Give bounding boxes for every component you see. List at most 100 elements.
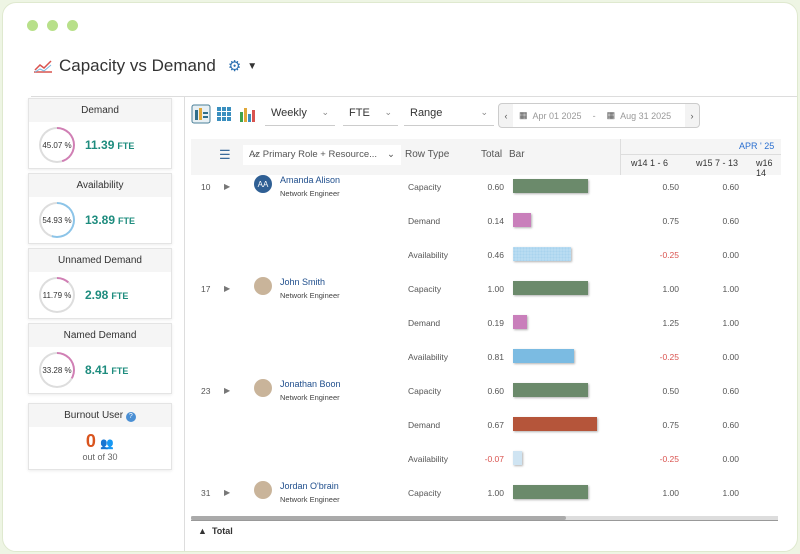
bar-chart-view-icon[interactable] bbox=[237, 104, 257, 126]
grid-bar-view-icon[interactable] bbox=[191, 104, 211, 126]
availability-bar bbox=[513, 349, 574, 363]
resource-role: Network Engineer bbox=[280, 291, 340, 300]
week-value: 0.60 bbox=[722, 182, 739, 192]
week-value: 1.00 bbox=[722, 284, 739, 294]
table-row[interactable]: Availability 0.46 -0.25 0.00 bbox=[191, 238, 781, 271]
group-by-select[interactable]: A̷z Primary Role + Resource... ⌄ bbox=[243, 145, 401, 165]
calendar-icon[interactable]: ▦ bbox=[519, 110, 528, 121]
week-header: w15 7 - 13 bbox=[696, 158, 739, 168]
window-dot bbox=[47, 20, 58, 31]
capacity-bar bbox=[513, 383, 588, 397]
resource-name[interactable]: Amanda Alison bbox=[280, 175, 340, 185]
total-row[interactable]: ▲ Total bbox=[198, 526, 233, 536]
kpi-ring: 45.07 % bbox=[39, 127, 75, 163]
week-value: 0.60 bbox=[722, 420, 739, 430]
week-value: -0.25 bbox=[659, 352, 679, 362]
kpi-card: Named Demand 33.28 % 8.41 FTE bbox=[28, 323, 172, 394]
expand-icon[interactable]: ▶ bbox=[224, 284, 230, 293]
row-total: 1.00 bbox=[487, 284, 504, 294]
row-total: 0.67 bbox=[487, 420, 504, 430]
caret-down-icon[interactable]: ▼ bbox=[247, 61, 257, 72]
table-row[interactable]: Availability 0.81 -0.25 0.00 bbox=[191, 340, 781, 373]
row-index: 31 bbox=[201, 488, 211, 498]
unit-select[interactable]: FTE ⌄ bbox=[343, 104, 398, 126]
prev-icon[interactable]: ‹ bbox=[499, 111, 513, 121]
total-label: Total bbox=[211, 526, 233, 536]
calendar-icon[interactable]: ▦ bbox=[607, 110, 616, 121]
expand-icon[interactable]: ▶ bbox=[224, 182, 230, 191]
avatar: AA bbox=[254, 175, 272, 193]
row-total: -0.07 bbox=[484, 454, 504, 464]
expand-icon[interactable]: ▶ bbox=[224, 386, 230, 395]
week-value: 0.00 bbox=[722, 454, 739, 464]
start-date[interactable]: Apr 01 2025 bbox=[533, 111, 582, 121]
table-row[interactable]: Demand 0.19 1.25 1.00 bbox=[191, 306, 781, 339]
row-total: 0.81 bbox=[487, 352, 504, 362]
users-icon: 👥 bbox=[100, 438, 115, 450]
col-bar[interactable]: Bar bbox=[509, 149, 525, 160]
table-row[interactable]: 10 ▶ AA Amanda Alison Network Engineer Ca… bbox=[191, 170, 781, 203]
kpi-ring: 33.28 % bbox=[39, 352, 75, 388]
chevron-down-icon: ⌄ bbox=[384, 107, 392, 117]
week-value: -0.25 bbox=[659, 454, 679, 464]
row-total: 0.14 bbox=[487, 216, 504, 226]
demand-bar bbox=[513, 213, 531, 227]
kpi-card: Unnamed Demand 11.79 % 2.98 FTE bbox=[28, 248, 172, 319]
week-value: 1.25 bbox=[662, 318, 679, 328]
table-row[interactable]: 23 ▶ Jonathan Boon Network Engineer Capac… bbox=[191, 374, 781, 407]
resource-name[interactable]: John Smith bbox=[280, 277, 325, 287]
kpi-percent: 11.79 % bbox=[41, 279, 73, 311]
kpi-label: Demand bbox=[29, 99, 171, 122]
end-date[interactable]: Aug 31 2025 bbox=[620, 111, 671, 121]
table-row[interactable]: 17 ▶ John Smith Network Engineer Capacity… bbox=[191, 272, 781, 305]
window-dot bbox=[27, 20, 38, 31]
chevron-down-icon: ⌄ bbox=[387, 149, 395, 160]
availability-bar bbox=[513, 247, 571, 261]
grid-view-icon[interactable] bbox=[214, 104, 234, 126]
row-total: 0.60 bbox=[487, 182, 504, 192]
table-row[interactable]: 31 ▶ Jordan O'brain Network Engineer Capa… bbox=[191, 476, 781, 509]
chart-line-icon bbox=[34, 60, 52, 73]
resource-role: Network Engineer bbox=[280, 393, 340, 402]
gear-icon[interactable]: ⚙ bbox=[228, 57, 241, 75]
col-total[interactable]: Total bbox=[481, 149, 502, 160]
row-type: Demand bbox=[408, 216, 441, 226]
row-type: Capacity bbox=[408, 488, 442, 498]
kpi-card: Availability 54.93 % 13.89 FTE bbox=[28, 173, 172, 244]
table-row[interactable]: Demand 0.14 0.75 0.60 bbox=[191, 204, 781, 237]
expand-icon[interactable]: ▶ bbox=[224, 488, 230, 497]
row-type: Demand bbox=[408, 420, 441, 430]
next-icon[interactable]: › bbox=[685, 111, 699, 121]
expand-collapse-icon[interactable]: ☰ bbox=[219, 147, 231, 163]
kpi-unit: FTE bbox=[111, 366, 129, 376]
unit-value: FTE bbox=[349, 107, 370, 119]
row-type: Capacity bbox=[408, 386, 442, 396]
capacity-bar bbox=[513, 179, 588, 193]
kpi-label: Named Demand bbox=[29, 324, 171, 347]
week-value: 1.00 bbox=[722, 318, 739, 328]
period-select[interactable]: Weekly ⌄ bbox=[265, 104, 335, 126]
date-range-picker: ‹ ▦ Apr 01 2025 - ▦ Aug 31 2025 › bbox=[498, 103, 700, 128]
divider bbox=[184, 97, 185, 551]
kpi-card: Demand 45.07 % 11.39 FTE bbox=[28, 98, 172, 169]
capacity-bar bbox=[513, 485, 588, 499]
row-index: 10 bbox=[201, 182, 211, 192]
info-icon[interactable]: ? bbox=[125, 412, 136, 422]
resource-name[interactable]: Jonathan Boon bbox=[280, 379, 341, 389]
week-value: 0.00 bbox=[722, 352, 739, 362]
table-row[interactable]: Availability -0.07 -0.25 0.00 bbox=[191, 442, 781, 475]
row-total: 0.19 bbox=[487, 318, 504, 328]
col-row-type[interactable]: Row Type bbox=[405, 149, 449, 160]
resource-name[interactable]: Jordan O'brain bbox=[280, 481, 339, 491]
kpi-ring: 11.79 % bbox=[39, 277, 75, 313]
row-index: 17 bbox=[201, 284, 211, 294]
range-value: Range bbox=[410, 107, 443, 119]
row-type: Demand bbox=[408, 318, 441, 328]
group-by-value: Primary Role + Resource... bbox=[262, 149, 378, 160]
row-total: 0.46 bbox=[487, 250, 504, 260]
table-row[interactable]: Demand 0.67 0.75 0.60 bbox=[191, 408, 781, 441]
range-select[interactable]: Range ⌄ bbox=[404, 104, 494, 126]
week-value: 0.75 bbox=[662, 216, 679, 226]
kpi-value: 11.39 bbox=[85, 138, 115, 152]
window-dot bbox=[67, 20, 78, 31]
